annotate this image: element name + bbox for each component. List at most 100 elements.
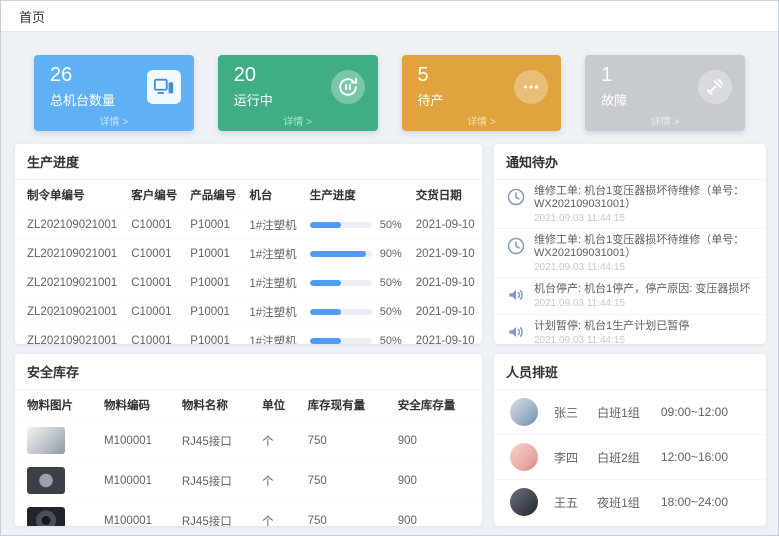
clock-icon: [506, 234, 526, 273]
notice-item[interactable]: 机台停产: 机台1停产，停产原因: 变压器损坏 2021.09.03 11:44…: [494, 278, 766, 315]
stock-qty: 750: [302, 501, 392, 527]
material-unit: 个: [256, 501, 301, 527]
material-unit: 个: [256, 461, 301, 501]
safety-qty: 900: [392, 421, 482, 461]
delivery-date: 2021-09-10: [410, 327, 482, 345]
notice-item[interactable]: 维修工单: 机台1变压器损坏待维修（单号：WX202109031001） 202…: [494, 229, 766, 278]
order-no: ZL202109021001: [15, 240, 125, 269]
progress-cell: 50%: [304, 298, 410, 327]
inventory-table: 物料图片 物料编码 物料名称 单位 库存现有量 安全库存量 M100001 RJ…: [15, 390, 482, 526]
clock-icon: [506, 185, 526, 224]
progress-cell: 50%: [304, 269, 410, 298]
progress-bar: [310, 280, 372, 286]
customer-no: C10001: [125, 269, 184, 298]
table-row: ZL202109021001 C10001 P10001 1#注塑机 50% 2…: [15, 327, 482, 345]
progress-cell: 50%: [304, 327, 410, 345]
progress-cell: 50%: [304, 211, 410, 240]
product-no: P10001: [184, 240, 243, 269]
material-image: [27, 507, 65, 526]
delivery-date: 2021-09-10: [410, 211, 482, 240]
table-row: ZL202109021001 C10001 P10001 1#注塑机 50% 2…: [15, 298, 482, 327]
schedule-row: 王五 夜班1组 18:00~24:00: [494, 480, 766, 524]
detail-link[interactable]: 详情 >: [402, 113, 562, 128]
progress-bar: [310, 222, 372, 228]
shift-time: 09:00~12:00: [661, 405, 750, 419]
panel-title: 生产进度: [15, 144, 482, 180]
notice-text: 维修工单: 机台1变压器损坏待维修（单号：WX202109031001）: [534, 185, 754, 211]
fault-tools-icon: [698, 70, 732, 104]
customer-no: C10001: [125, 298, 184, 327]
product-no: P10001: [184, 269, 243, 298]
notice-item[interactable]: 计划暂停: 机台1生产计划已暂停 2021.09.03 11:44:15: [494, 315, 766, 344]
tab-home[interactable]: 首页: [19, 7, 45, 26]
product-no: P10001: [184, 211, 243, 240]
order-no: ZL202109021001: [15, 269, 125, 298]
material-unit: 个: [256, 421, 301, 461]
progress-bar: [310, 338, 372, 344]
progress-percent: 50%: [380, 335, 402, 344]
avatar: [510, 398, 538, 426]
progress-percent: 50%: [380, 277, 402, 289]
stat-card-pending[interactable]: 5 待产 详情 >: [402, 55, 562, 131]
order-no: ZL202109021001: [15, 327, 125, 345]
customer-no: C10001: [125, 211, 184, 240]
detail-link[interactable]: 详情 >: [585, 113, 745, 128]
material-code: M100001: [98, 421, 176, 461]
progress-percent: 50%: [380, 219, 402, 231]
material-image: [27, 467, 65, 494]
notifications-panel: 通知待办 维修工单: 机台1变压器损坏待维修（单号：WX202109031001…: [494, 144, 766, 344]
progress-percent: 90%: [380, 248, 402, 260]
person-name: 王五: [554, 494, 597, 511]
col-image: 物料图片: [15, 390, 98, 421]
col-name: 物料名称: [176, 390, 256, 421]
stock-qty: 750: [302, 461, 392, 501]
table-row: ZL202109021001 C10001 P10001 1#注塑机 90% 2…: [15, 240, 482, 269]
running-icon: [331, 70, 365, 104]
notice-text: 计划暂停: 机台1生产计划已暂停: [534, 320, 689, 333]
customer-no: C10001: [125, 327, 184, 345]
material-image: [27, 427, 65, 454]
progress-cell: 90%: [304, 240, 410, 269]
notice-time: 2021.09.03 11:44:15: [534, 213, 754, 224]
notice-item[interactable]: 维修工单: 机台1变压器损坏待维修（单号：WX202109031001） 202…: [494, 180, 766, 229]
product-no: P10001: [184, 327, 243, 345]
avatar: [510, 488, 538, 516]
stat-card-fault[interactable]: 1 故障 详情 >: [585, 55, 745, 131]
col-code: 物料编码: [98, 390, 176, 421]
table-header-row: 物料图片 物料编码 物料名称 单位 库存现有量 安全库存量: [15, 390, 482, 421]
col-date: 交货日期: [410, 180, 482, 211]
order-no: ZL202109021001: [15, 298, 125, 327]
material-name: RJ45接口: [176, 501, 256, 527]
speaker-icon: [506, 283, 526, 310]
table-row: M100001 RJ45接口 个 750 900: [15, 501, 482, 527]
notice-text: 维修工单: 机台1变压器损坏待维修（单号：WX202109031001）: [534, 234, 754, 260]
safety-stock-panel: 安全库存 物料图片 物料编码 物料名称 单位 库存现有量 安全库存量 M: [15, 354, 482, 526]
schedule-row: 李四 白班2组 12:00~16:00: [494, 435, 766, 480]
order-no: ZL202109021001: [15, 211, 125, 240]
stock-qty: 750: [302, 421, 392, 461]
pending-icon: [514, 70, 548, 104]
machine-name: 1#注塑机: [243, 269, 303, 298]
shift-label: 白班2组: [597, 449, 661, 466]
stat-card-total-machines[interactable]: 26 总机台数量 详情 >: [34, 55, 194, 131]
table-row: M100001 RJ45接口 个 750 900: [15, 461, 482, 501]
col-order: 制令单编号: [15, 180, 125, 211]
notice-text: 机台停产: 机台1停产，停产原因: 变压器损坏: [534, 283, 750, 296]
production-progress-panel: 生产进度 制令单编号 客户编号 产品编号 机台 生产进度 交货日期 ZL2021…: [15, 144, 482, 344]
panel-title: 安全库存: [15, 354, 482, 390]
panel-title: 人员排班: [494, 354, 766, 390]
progress-bar: [310, 309, 372, 315]
staff-schedule-panel: 人员排班 张三 白班1组 09:00~12:00 李四 白班2组 12:00~1…: [494, 354, 766, 526]
machine-name: 1#注塑机: [243, 240, 303, 269]
table-row: M100001 RJ45接口 个 750 900: [15, 421, 482, 461]
delivery-date: 2021-09-10: [410, 240, 482, 269]
stat-card-running[interactable]: 20 运行中 详情 >: [218, 55, 378, 131]
detail-link[interactable]: 详情 >: [34, 113, 194, 128]
material-code: M100001: [98, 501, 176, 527]
dashboard-page: 首页 26 总机台数量 详情 > 20 运行中 详情 > 5 待产 详情 >: [0, 0, 779, 536]
delivery-date: 2021-09-10: [410, 298, 482, 327]
panel-title: 通知待办: [494, 144, 766, 180]
detail-link[interactable]: 详情 >: [218, 113, 378, 128]
notice-time: 2021.09.03 11:44:15: [534, 298, 750, 309]
progress-percent: 50%: [380, 306, 402, 318]
